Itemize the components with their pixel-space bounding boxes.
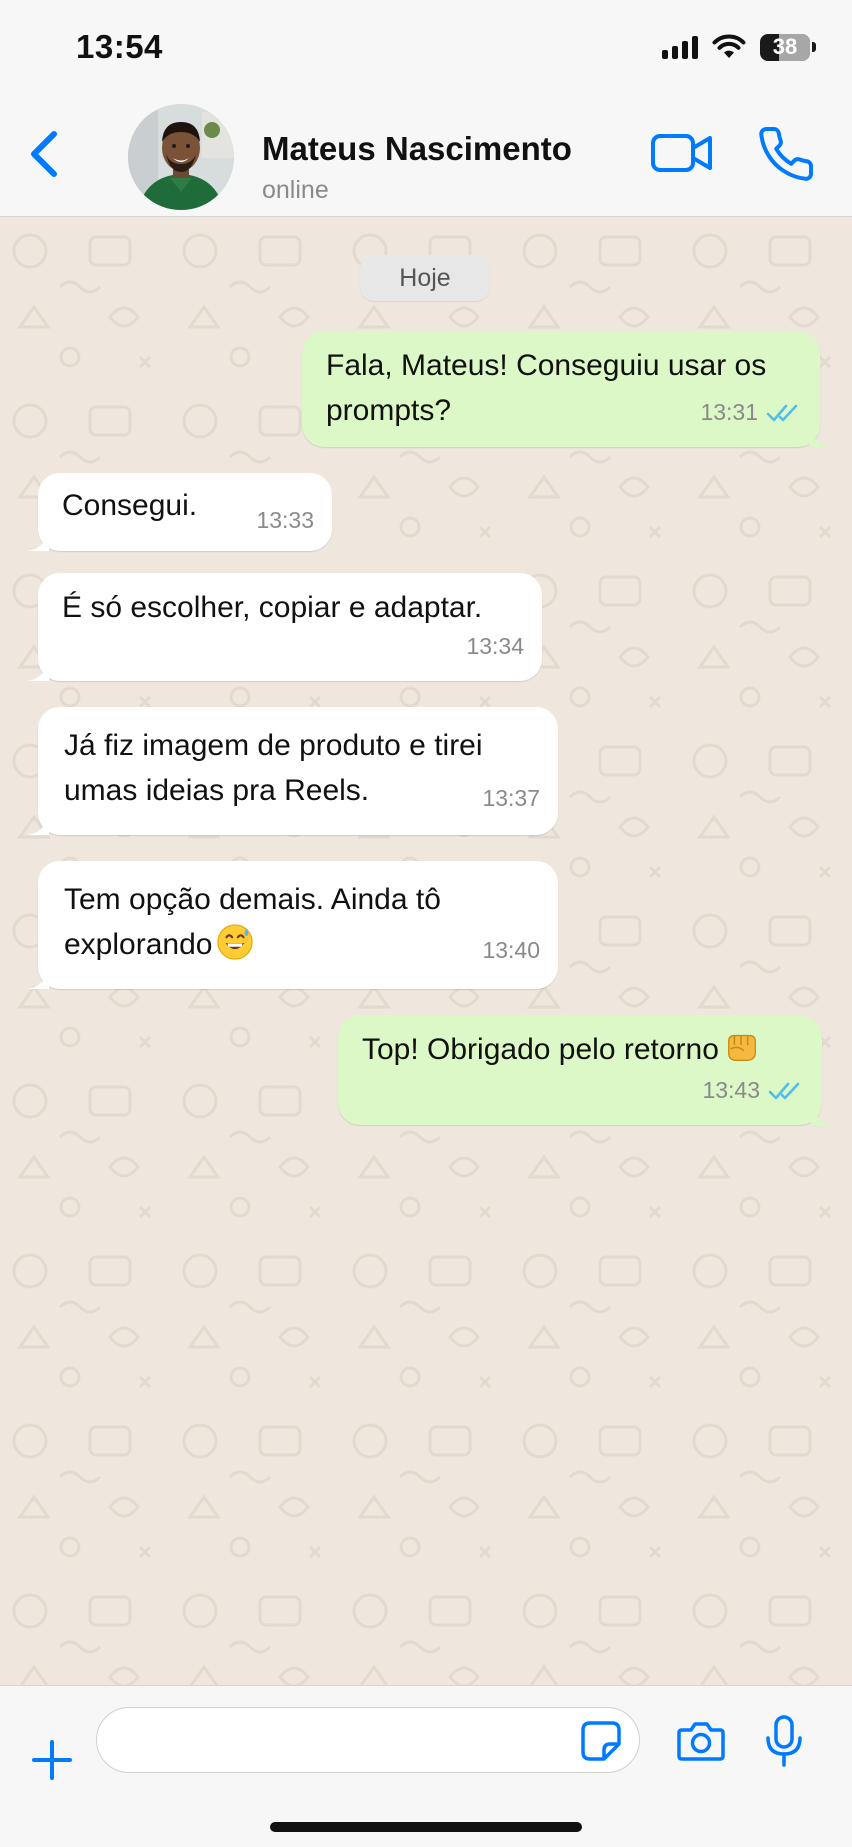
- message-line: umas ideias pra Reels.: [64, 774, 370, 807]
- bubble-tail: [809, 425, 831, 447]
- double-check-icon: [766, 404, 798, 421]
- message-meta: 13:40: [482, 928, 540, 973]
- bubble-tail: [811, 1103, 833, 1125]
- message-bubble-incoming[interactable]: Tem opção demais. Ainda tô explorando 13…: [27, 861, 558, 989]
- bubble-tail: [27, 813, 49, 835]
- contact-name[interactable]: Mateus Nascimento: [262, 130, 572, 168]
- wifi-icon: [712, 34, 746, 58]
- sticker-icon: [581, 1721, 621, 1761]
- phone-icon: [759, 127, 814, 181]
- battery-level: 38: [772, 34, 798, 59]
- date-chip: Hoje: [360, 255, 490, 301]
- message-bubble-outgoing[interactable]: Top! Obrigado pelo retorno 13:43: [338, 1015, 833, 1125]
- message-time: 13:37: [482, 785, 540, 811]
- bubble-tail: [27, 659, 49, 681]
- video-camera-icon: [651, 134, 712, 172]
- message-time: 13:33: [256, 507, 314, 533]
- chat-header: Mateus Nascimento online: [0, 96, 852, 217]
- microphone-icon: [766, 1715, 802, 1767]
- message-line: Já fiz imagem de produto e tirei: [64, 729, 483, 762]
- message-text: Já fiz imagem de produto e tirei umas id…: [64, 723, 483, 813]
- message-meta: 13:33: [256, 498, 314, 543]
- chat-area[interactable]: Hoje Fala, Mateus! Conseguiu usar os pro…: [0, 217, 852, 1685]
- message-line: Consegui.: [62, 489, 198, 522]
- message-text: É só escolher, copiar e adaptar.: [62, 585, 482, 630]
- message-meta: 13:43: [702, 1068, 802, 1113]
- message-line: Tem opção demais. Ainda tô: [64, 883, 441, 916]
- plus-icon: [32, 1740, 72, 1780]
- attach-button[interactable]: [30, 1738, 74, 1782]
- message-line-text: Top! Obrigado pelo retorno: [362, 1033, 719, 1066]
- message-bubble-incoming[interactable]: Consegui. 13:33: [27, 473, 332, 551]
- chevron-left-icon: [31, 131, 57, 177]
- message-time: 13:40: [482, 937, 540, 963]
- message-time: 13:43: [702, 1077, 760, 1103]
- status-bar: 13:54 38: [0, 0, 852, 96]
- message-line: Top! Obrigado pelo retorno: [362, 1027, 761, 1072]
- message-composer: [0, 1685, 852, 1847]
- avatar[interactable]: [128, 104, 234, 210]
- message-text: Tem opção demais. Ainda tô explorando: [64, 877, 441, 967]
- mic-button[interactable]: [762, 1714, 806, 1768]
- battery-icon: 38: [760, 33, 816, 61]
- status-time: 13:54: [76, 28, 163, 65]
- message-line: explorando: [64, 922, 441, 967]
- message-line: É só escolher, copiar e adaptar.: [62, 591, 483, 624]
- grinning-sweat-emoji-icon: [217, 924, 254, 960]
- message-line-text: explorando: [64, 928, 213, 961]
- camera-icon: [677, 1722, 725, 1761]
- contact-status: online: [262, 176, 329, 204]
- message-bubble-incoming[interactable]: Já fiz imagem de produto e tirei umas id…: [27, 707, 558, 835]
- message-meta: 13:37: [482, 776, 540, 821]
- message-time: 13:31: [700, 399, 758, 425]
- message-input[interactable]: [96, 1707, 640, 1773]
- message-bubble-incoming[interactable]: É só escolher, copiar e adaptar. 13:34: [27, 573, 542, 681]
- voice-call-button[interactable]: [756, 124, 816, 184]
- back-button[interactable]: [20, 124, 70, 184]
- cellular-signal-icon: [662, 35, 698, 59]
- oncoming-fist-emoji-icon: [727, 1034, 756, 1061]
- message-meta: 13:31: [700, 390, 800, 435]
- camera-button[interactable]: [676, 1719, 726, 1763]
- message-bubble-outgoing[interactable]: Fala, Mateus! Conseguiu usar os prompts?…: [302, 331, 831, 447]
- message-text: Consegui.: [62, 483, 197, 528]
- message-meta: 13:34: [466, 624, 524, 669]
- video-call-button[interactable]: [650, 128, 714, 178]
- sticker-button[interactable]: [580, 1720, 622, 1762]
- double-check-icon: [768, 1082, 800, 1099]
- home-indicator: [270, 1822, 582, 1832]
- bubble-tail: [27, 967, 49, 989]
- bubble-tail: [27, 529, 49, 551]
- contact-photo: [128, 104, 234, 210]
- message-time: 13:34: [466, 633, 524, 659]
- status-icons: 38: [662, 32, 816, 62]
- message-text: Top! Obrigado pelo retorno: [362, 1027, 761, 1072]
- message-line: Fala, Mateus! Conseguiu usar os: [326, 349, 767, 382]
